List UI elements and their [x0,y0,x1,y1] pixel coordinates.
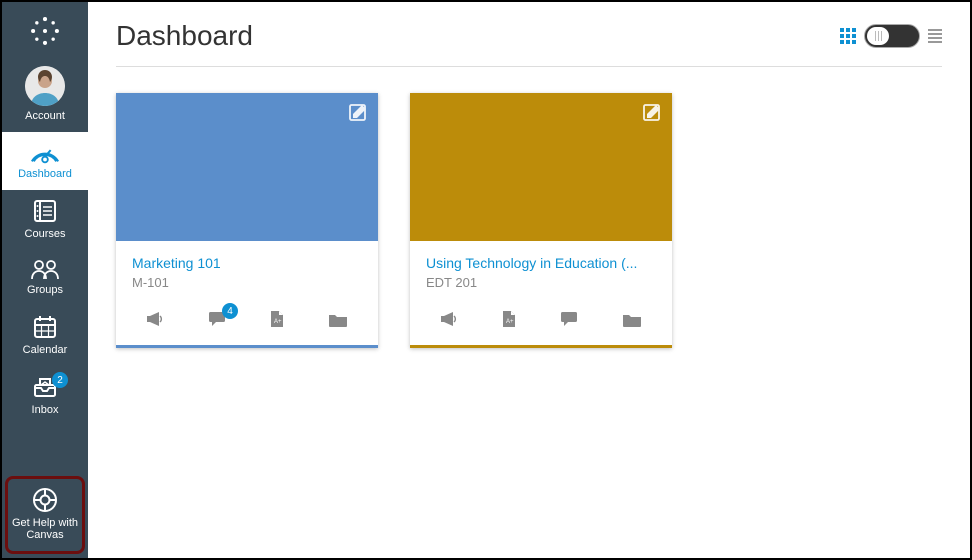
sidebar-item-label: Account [25,110,65,122]
course-title[interactable]: Using Technology in Education (... [426,255,656,271]
files-icon[interactable] [622,312,642,332]
sidebar-item-inbox[interactable]: 2 Inbox [2,366,88,426]
discussions-icon[interactable] [560,311,578,332]
course-code: EDT 201 [426,275,656,290]
course-card-body: Using Technology in Education (... EDT 2… [410,241,672,296]
announcements-icon[interactable] [146,311,164,332]
sidebar-item-dashboard[interactable]: Dashboard [2,132,88,190]
global-nav: Account Dashboard Courses [2,2,88,558]
discussions-badge: 4 [222,303,238,319]
files-icon[interactable] [328,312,348,332]
course-accent-bar [410,345,672,348]
course-code: M-101 [132,275,362,290]
sidebar-item-help[interactable]: Get Help with Canvas [5,476,85,554]
course-card-body: Marketing 101 M-101 [116,241,378,296]
sidebar-item-label: Inbox [32,404,59,416]
discussions-icon[interactable]: 4 [208,311,226,332]
sidebar-item-groups[interactable]: Groups [2,250,88,306]
canvas-logo-icon [28,14,62,48]
view-controls [840,24,942,48]
dashboard-icon [30,140,60,164]
edit-course-icon[interactable] [348,103,368,128]
sidebar-item-calendar[interactable]: Calendar [2,306,88,366]
assignments-icon[interactable]: A+ [502,310,516,333]
avatar [25,66,65,106]
inbox-badge: 2 [52,372,68,388]
dashboard-view-toggle[interactable] [864,24,920,48]
avatar-icon [25,66,65,106]
course-cards: Marketing 101 M-101 4 A+ [116,93,942,348]
book-icon [32,198,58,224]
assignments-icon[interactable]: A+ [270,310,284,333]
course-card[interactable]: Using Technology in Education (... EDT 2… [410,93,672,348]
course-card-actions: A+ [410,296,672,345]
course-card-actions: 4 A+ [116,296,378,345]
svg-text:A+: A+ [506,319,514,325]
sidebar-item-label: Groups [27,284,63,296]
course-title[interactable]: Marketing 101 [132,255,362,271]
sidebar-item-label: Calendar [23,344,68,356]
course-color-block [410,93,672,241]
help-icon [32,487,58,513]
header: Dashboard [116,20,942,67]
calendar-icon [32,314,58,340]
card-view-icon[interactable] [840,28,856,44]
sidebar-item-courses[interactable]: Courses [2,190,88,250]
page-title: Dashboard [116,20,253,52]
edit-course-icon[interactable] [642,103,662,128]
course-accent-bar [116,345,378,348]
sidebar-item-label: Get Help with Canvas [10,517,80,541]
course-card[interactable]: Marketing 101 M-101 4 A+ [116,93,378,348]
announcements-icon[interactable] [440,311,458,332]
course-color-block [116,93,378,241]
sidebar-item-account[interactable]: Account [2,58,88,132]
main-content: Dashboard Marketing 101 [88,2,970,558]
svg-text:A+: A+ [274,319,282,325]
brand-logo[interactable] [2,2,88,58]
sidebar-item-label: Courses [25,228,66,240]
list-view-icon[interactable] [928,29,942,43]
sidebar-item-label: Dashboard [18,168,72,180]
groups-icon [30,258,60,280]
